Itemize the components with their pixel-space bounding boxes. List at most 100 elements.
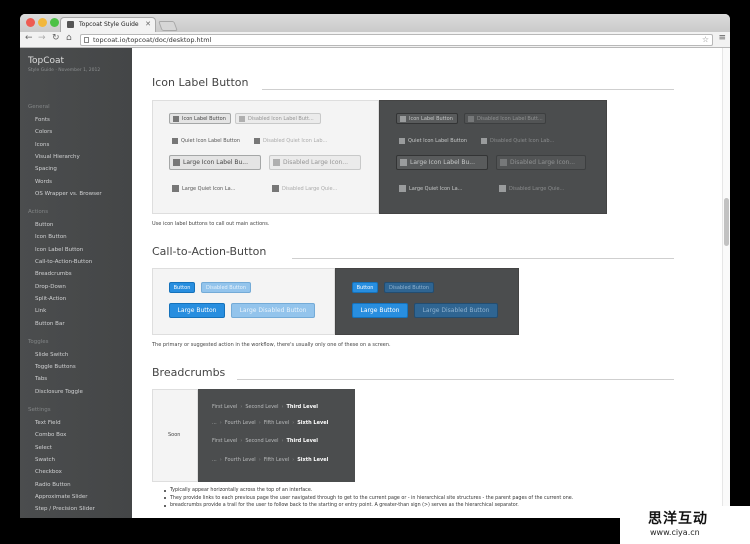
sidebar-item[interactable]: Link [35, 308, 46, 314]
square-icon [499, 185, 506, 192]
sidebar-item[interactable]: Swatch [35, 457, 55, 463]
chevron-right-icon: › [281, 404, 284, 410]
home-icon[interactable]: ⌂ [66, 33, 72, 43]
sidebar-item[interactable]: Radio Button [35, 482, 71, 488]
bookmark-star-icon[interactable]: ☆ [702, 35, 709, 44]
quiet-icon-label-button-dark[interactable]: Quiet Icon Label Button [396, 135, 474, 146]
url-text: topcoat.io/topcoat/doc/desktop.html [93, 36, 212, 44]
large-icon-label-button-dark[interactable]: Large Icon Label Bu... [396, 155, 488, 170]
square-icon [500, 159, 507, 166]
icon-label-button[interactable]: Icon Label Button [169, 113, 231, 124]
sidebar-group-title: Settings [28, 407, 51, 413]
browser-window: Topcoat Style Guide ✕ ← → ↻ ⌂ topcoat.io… [20, 14, 730, 518]
sidebar-item[interactable]: Spacing [35, 166, 57, 172]
breadcrumb-link[interactable]: First Level [212, 438, 237, 444]
sidebar-item[interactable]: OS Wrapper vs. Browser [35, 191, 102, 197]
square-icon [273, 159, 280, 166]
breadcrumb-ellipsis[interactable]: ... [212, 457, 217, 463]
disabled-large-quiet-icon-label-button: Disabled Large Quie... [269, 181, 365, 196]
large-quiet-icon-label-button-dark[interactable]: Large Quiet Icon La... [396, 181, 488, 196]
sidebar-item[interactable]: Select [35, 445, 52, 451]
breadcrumb-link[interactable]: Second Level [245, 404, 278, 410]
large-icon-label-button[interactable]: Large Icon Label Bu... [169, 155, 261, 170]
icon-label-button-dark[interactable]: Icon Label Button [396, 113, 458, 124]
cta-button[interactable]: Button [169, 282, 195, 293]
chevron-right-icon: › [240, 438, 243, 444]
back-icon[interactable]: ← [25, 33, 33, 43]
scrollbar-thumb[interactable] [724, 198, 729, 246]
new-tab-button[interactable] [158, 21, 178, 31]
breadcrumb-ellipsis[interactable]: ... [212, 420, 217, 426]
sidebar-item[interactable]: Call-to-Action-Button [35, 259, 92, 265]
square-icon [173, 159, 180, 166]
breadcrumb-link[interactable]: Second Level [245, 438, 278, 444]
sidebar-item[interactable]: Drop-Down [35, 284, 66, 290]
list-item: They provide links to each previous page… [162, 495, 682, 503]
breadcrumb-link[interactable]: Fourth Level [225, 420, 256, 426]
cta-button-dark[interactable]: Button [352, 282, 378, 293]
breadcrumb-link[interactable]: Fourth Level [225, 457, 256, 463]
large-quiet-icon-label-button[interactable]: Large Quiet Icon La... [169, 181, 261, 196]
watermark: 思洋互动 www.ciya.cn [620, 506, 750, 544]
zoom-window-icon[interactable] [50, 18, 59, 27]
favicon-icon [67, 21, 74, 28]
tab-close-icon[interactable]: ✕ [145, 20, 151, 28]
list-item: Typically appear horizontally across the… [162, 487, 682, 495]
sidebar-brand[interactable]: TopCoat [28, 56, 64, 66]
sidebar-item[interactable]: Toggle Buttons [35, 364, 76, 370]
sidebar-item[interactable]: Words [35, 179, 52, 185]
sidebar-item[interactable]: Combo Box [35, 432, 66, 438]
breadcrumb-link[interactable]: Fifth Level [264, 420, 290, 426]
sidebar-item[interactable]: Icons [35, 142, 49, 148]
square-icon [239, 115, 245, 122]
sidebar-item[interactable]: Button Bar [35, 321, 65, 327]
disabled-quiet-icon-label-button: Disabled Quiet Icon Lab... [251, 135, 337, 146]
sidebar-item[interactable]: Step / Precision Slider [35, 506, 95, 512]
quiet-icon-label-button[interactable]: Quiet Icon Label Button [169, 135, 247, 146]
cta-large-button-dark[interactable]: Large Button [352, 303, 408, 318]
close-window-icon[interactable] [26, 18, 35, 27]
breadcrumb-current: Third Level [286, 438, 318, 444]
cta-large-button[interactable]: Large Button [169, 303, 225, 318]
sidebar-item[interactable]: Button [35, 222, 53, 228]
disabled-icon-label-button: Disabled Icon Label Butt... [235, 113, 321, 124]
square-icon [399, 137, 405, 144]
icon-label-caption: Use icon label buttons to call out main … [152, 221, 270, 227]
address-bar[interactable]: topcoat.io/topcoat/doc/desktop.html ☆ [80, 34, 713, 46]
reload-icon[interactable]: ↻ [52, 33, 60, 43]
sidebar-item[interactable]: Disclosure Toggle [35, 389, 83, 395]
sidebar-item[interactable]: Split-Action [35, 296, 66, 302]
browser-tab[interactable]: Topcoat Style Guide ✕ [60, 17, 156, 32]
cta-large-disabled-button: Large Disabled Button [231, 303, 315, 318]
sidebar-item[interactable]: Breadcrumbs [35, 271, 72, 277]
sidebar-item[interactable]: Tabs [35, 376, 47, 382]
sidebar-item[interactable]: Approximate Slider [35, 494, 88, 500]
watermark-url: www.ciya.cn [650, 528, 700, 537]
sidebar-item[interactable]: Icon Label Button [35, 247, 83, 253]
breadcrumb-current: Sixth Level [297, 420, 329, 426]
sidebar-item[interactable]: Text Field [35, 420, 61, 426]
browser-menu-icon[interactable]: ≡ [718, 33, 726, 43]
sidebar-item[interactable]: Colors [35, 129, 52, 135]
cta-large-disabled-button-dark: Large Disabled Button [414, 303, 498, 318]
disabled-large-icon-label-button-dark: Disabled Large Icon... [496, 155, 586, 170]
section-title-cta: Call-to-Action-Button [152, 245, 267, 258]
breadcrumb-link[interactable]: First Level [212, 404, 237, 410]
sidebar-group-title: Toggles [28, 338, 49, 345]
section-title-breadcrumbs: Breadcrumbs [152, 366, 226, 379]
scrollbar[interactable] [722, 48, 730, 518]
cta-dark-panel: Button Disabled Button Large Button Larg… [335, 268, 519, 335]
forward-icon[interactable]: → [38, 33, 46, 43]
list-item: breadcrumbs provide a trail for the user… [162, 502, 682, 510]
chevron-right-icon: › [258, 457, 261, 463]
sidebar-item[interactable]: Visual Hierarchy [35, 154, 80, 160]
sidebar-item[interactable]: Slide Switch [35, 352, 68, 358]
sidebar-subtitle: Style Guide · November 1, 2012 [28, 68, 101, 73]
breadcrumb-link[interactable]: Fifth Level [264, 457, 290, 463]
minimize-window-icon[interactable] [38, 18, 47, 27]
sidebar-item[interactable]: Checkbox [35, 469, 62, 475]
chevron-right-icon: › [258, 420, 261, 426]
sidebar-item[interactable]: Fonts [35, 117, 50, 123]
watermark-title: 思洋互动 [648, 511, 708, 527]
sidebar-item[interactable]: Icon Button [35, 234, 67, 240]
